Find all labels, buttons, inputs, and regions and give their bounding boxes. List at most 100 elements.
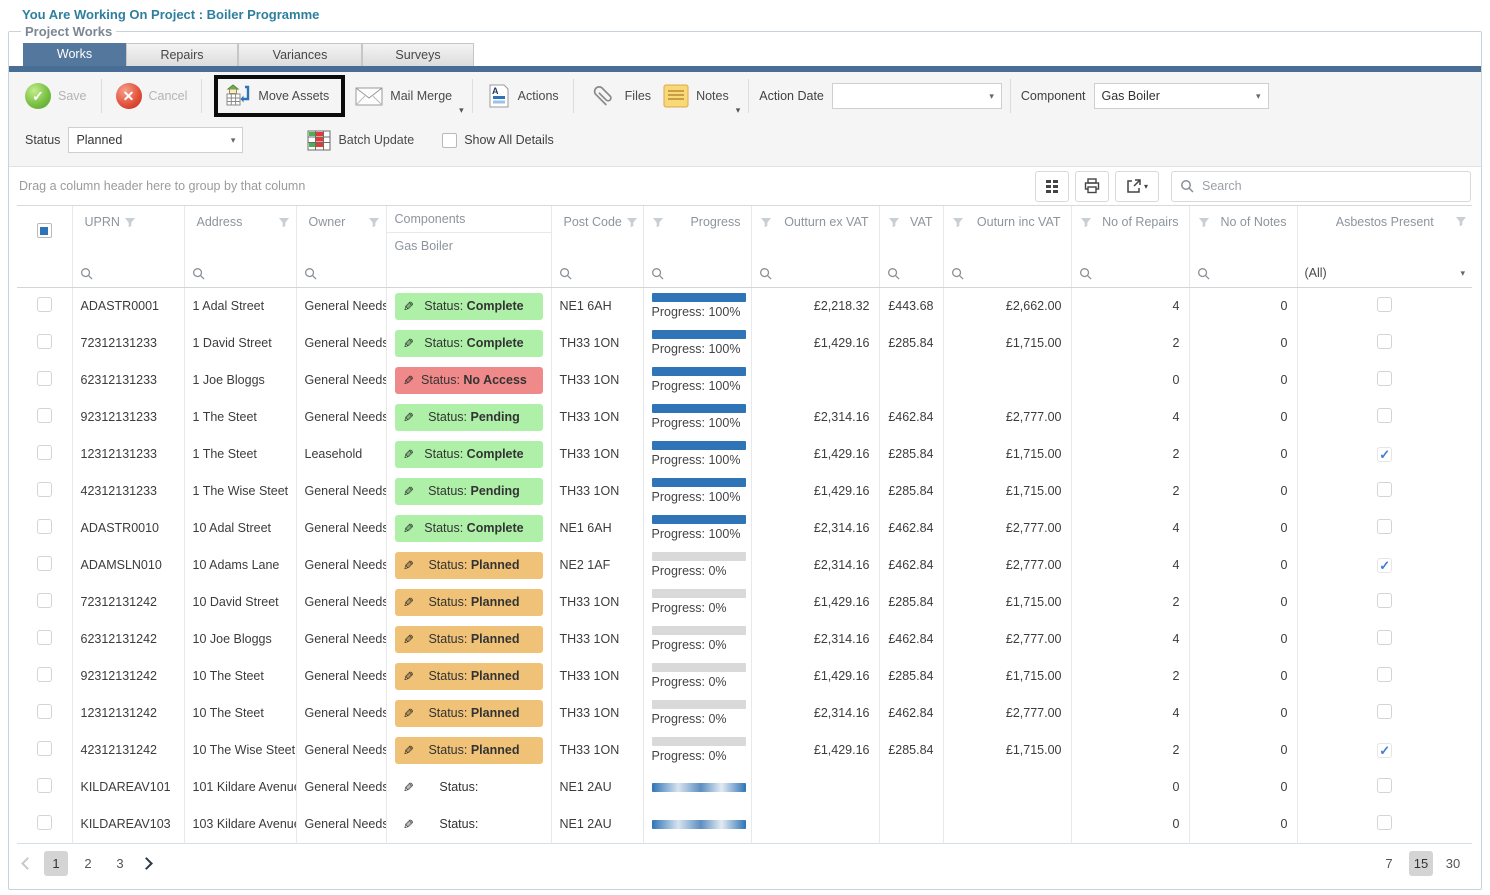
- next-page-button[interactable]: [142, 856, 151, 871]
- row-checkbox[interactable]: [37, 519, 52, 534]
- row-checkbox[interactable]: [37, 297, 52, 312]
- asbestos-checkbox[interactable]: [1377, 667, 1392, 682]
- page-size-30[interactable]: 30: [1441, 851, 1465, 876]
- row-checkbox[interactable]: [37, 371, 52, 386]
- status-chip[interactable]: ✎Status: No Access: [395, 367, 543, 394]
- status-chip[interactable]: ✎Status: Planned: [395, 589, 543, 616]
- filter-icon[interactable]: [952, 217, 964, 228]
- asbestos-checkbox[interactable]: ✓: [1377, 558, 1392, 573]
- asbestos-checkbox[interactable]: ✓: [1377, 743, 1392, 758]
- asbestos-checkbox[interactable]: [1377, 334, 1392, 349]
- col-vat[interactable]: VAT: [879, 206, 943, 261]
- asbestos-checkbox[interactable]: [1377, 408, 1392, 423]
- filter-address[interactable]: [184, 260, 296, 287]
- row-checkbox[interactable]: [37, 482, 52, 497]
- row-checkbox[interactable]: [37, 630, 52, 645]
- asbestos-checkbox[interactable]: [1377, 482, 1392, 497]
- page-size-15[interactable]: 15: [1409, 851, 1433, 876]
- status-chip[interactable]: ✎Status: Planned: [395, 737, 543, 764]
- tab-variances[interactable]: Variances: [238, 43, 362, 66]
- filter-icon[interactable]: [1455, 216, 1467, 227]
- asbestos-checkbox[interactable]: [1377, 704, 1392, 719]
- components-sub-header[interactable]: Gas Boiler: [387, 233, 551, 260]
- asbestos-checkbox[interactable]: [1377, 519, 1392, 534]
- row-checkbox[interactable]: [37, 815, 52, 830]
- col-outturn-ex-vat[interactable]: Outturn ex VAT: [751, 206, 879, 261]
- row-checkbox[interactable]: [37, 556, 52, 571]
- row-checkbox[interactable]: [37, 445, 52, 460]
- filter-notes[interactable]: [1189, 260, 1297, 287]
- filter-icon[interactable]: [278, 217, 290, 228]
- notes-dropdown-caret[interactable]: ▾: [736, 105, 741, 116]
- save-button[interactable]: ✓ Save: [19, 83, 93, 109]
- filter-repairs[interactable]: [1071, 260, 1189, 287]
- row-checkbox[interactable]: [37, 593, 52, 608]
- status-chip[interactable]: ✎Status: Complete: [395, 293, 543, 320]
- filter-icon[interactable]: [1198, 217, 1210, 228]
- col-components[interactable]: Components Gas Boiler: [386, 206, 551, 261]
- row-checkbox[interactable]: [37, 778, 52, 793]
- col-progress[interactable]: Progress: [643, 206, 751, 261]
- filter-asbestos[interactable]: (All)▾: [1297, 260, 1472, 287]
- status-chip[interactable]: ✎Status: Complete: [395, 515, 543, 542]
- filter-icon[interactable]: [368, 217, 380, 228]
- select-all-checkbox[interactable]: [37, 223, 52, 238]
- filter-progress[interactable]: [643, 260, 751, 287]
- asbestos-checkbox[interactable]: [1377, 297, 1392, 312]
- cancel-button[interactable]: ✕ Cancel: [110, 83, 194, 109]
- col-uprn[interactable]: UPRN: [72, 206, 184, 261]
- search-input[interactable]: [1200, 178, 1462, 194]
- col-address[interactable]: Address: [184, 206, 296, 261]
- filter-icon[interactable]: [652, 217, 664, 228]
- status-chip[interactable]: ✎Status: Complete: [395, 330, 543, 357]
- row-checkbox[interactable]: [37, 334, 52, 349]
- move-assets-button[interactable]: Move Assets: [225, 83, 329, 109]
- filter-postcode[interactable]: [551, 260, 643, 287]
- col-asbestos-present[interactable]: Asbestos Present: [1297, 206, 1472, 261]
- asbestos-checkbox[interactable]: [1377, 778, 1392, 793]
- col-owner[interactable]: Owner: [296, 206, 386, 261]
- status-select[interactable]: Planned ▾: [68, 127, 243, 153]
- status-chip[interactable]: ✎Status: Pending: [395, 478, 543, 505]
- filter-outturn-inc[interactable]: [943, 260, 1071, 287]
- row-checkbox[interactable]: [37, 667, 52, 682]
- page-button-3[interactable]: 3: [108, 851, 132, 876]
- status-chip[interactable]: ✎Status: Planned: [395, 663, 543, 690]
- status-chip[interactable]: ✎Status: Planned: [395, 700, 543, 727]
- col-outturn-inc-vat[interactable]: Outurn inc VAT: [943, 206, 1071, 261]
- export-button[interactable]: ▾: [1115, 171, 1159, 202]
- prev-page-button[interactable]: [23, 856, 32, 871]
- filter-vat[interactable]: [879, 260, 943, 287]
- tab-surveys[interactable]: Surveys: [362, 43, 474, 66]
- status-chip[interactable]: ✎Status:: [395, 774, 543, 801]
- column-chooser-button[interactable]: [1035, 171, 1069, 202]
- col-no-of-notes[interactable]: No of Notes: [1189, 206, 1297, 261]
- filter-outturn-ex[interactable]: [751, 260, 879, 287]
- row-checkbox[interactable]: [37, 408, 52, 423]
- asbestos-checkbox[interactable]: [1377, 630, 1392, 645]
- action-date-select[interactable]: ▾: [832, 83, 1002, 109]
- status-chip[interactable]: ✎Status: Complete: [395, 441, 543, 468]
- filter-icon[interactable]: [124, 217, 136, 228]
- asbestos-checkbox[interactable]: [1377, 371, 1392, 386]
- mail-merge-button[interactable]: Mail Merge: [349, 87, 458, 106]
- asbestos-checkbox[interactable]: [1377, 815, 1392, 830]
- show-all-details-checkbox[interactable]: [442, 133, 457, 148]
- component-select[interactable]: Gas Boiler ▾: [1094, 83, 1269, 109]
- batch-update-button[interactable]: Batch Update: [301, 130, 420, 151]
- filter-icon[interactable]: [1080, 217, 1092, 228]
- status-chip[interactable]: ✎Status: Pending: [395, 404, 543, 431]
- status-chip[interactable]: ✎Status:: [395, 811, 543, 838]
- filter-owner[interactable]: [296, 260, 386, 287]
- notes-button[interactable]: Notes: [657, 84, 735, 108]
- filter-icon[interactable]: [888, 217, 900, 228]
- filter-icon[interactable]: [760, 217, 772, 228]
- col-no-of-repairs[interactable]: No of Repairs: [1071, 206, 1189, 261]
- status-chip[interactable]: ✎Status: Planned: [395, 626, 543, 653]
- print-button[interactable]: [1075, 171, 1109, 202]
- col-postcode[interactable]: Post Code: [551, 206, 643, 261]
- page-button-2[interactable]: 2: [76, 851, 100, 876]
- files-button[interactable]: Files: [582, 83, 657, 109]
- actions-button[interactable]: A Actions: [481, 83, 565, 109]
- row-checkbox[interactable]: [37, 741, 52, 756]
